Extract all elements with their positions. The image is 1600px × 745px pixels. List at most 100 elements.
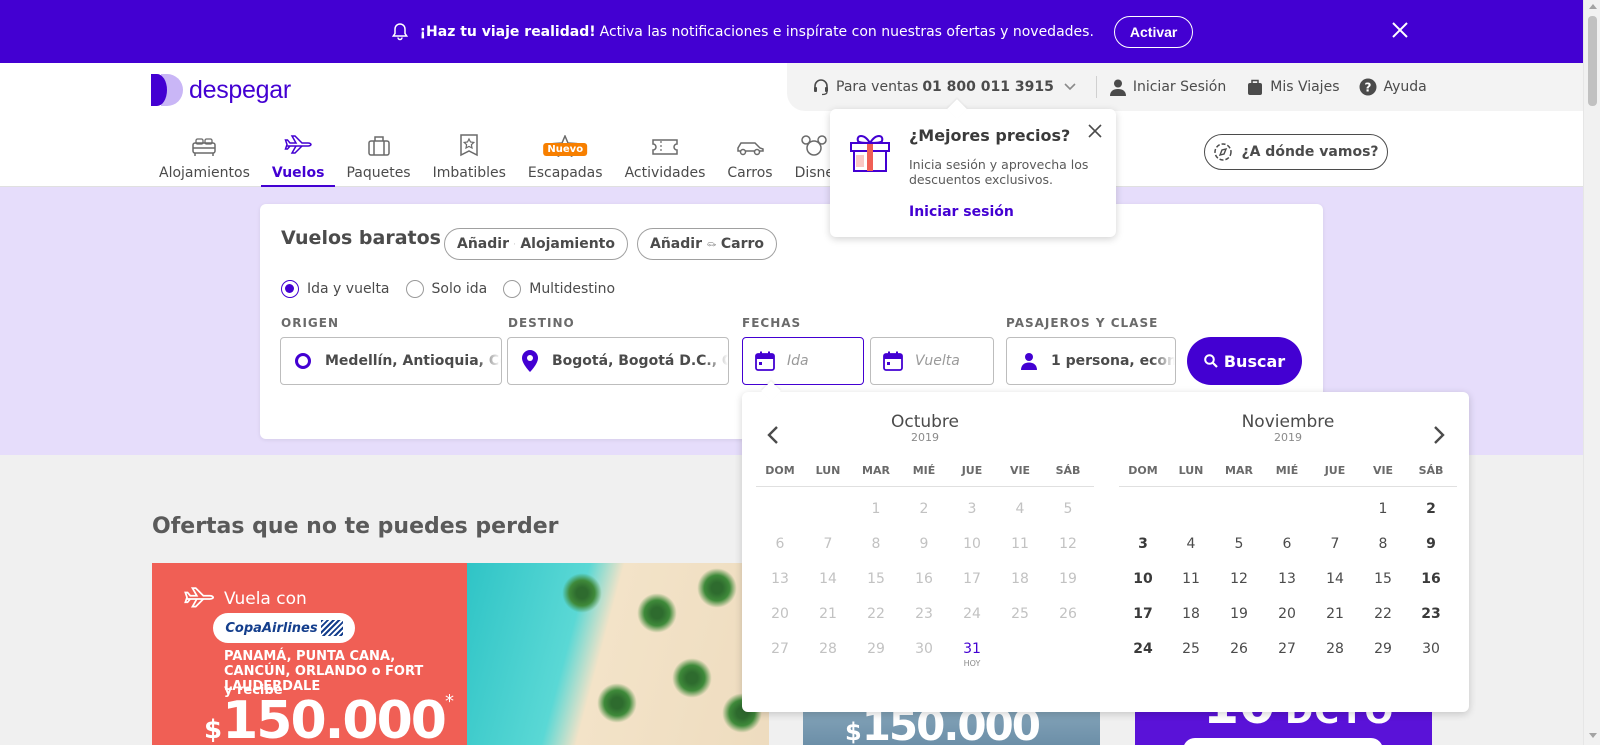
add-lodging-button[interactable]: Añadir Alojamiento [444,228,628,260]
add-car-button[interactable]: Añadir Carro [637,228,777,260]
weekday: MAR [1225,464,1253,477]
destination-field[interactable]: Bogotá, Bogotá D.C., Colombia [507,337,729,385]
search-button[interactable]: Buscar [1187,337,1302,385]
calendar-day[interactable]: 10 [1119,563,1167,598]
calendar-icon [883,351,903,371]
help-label: Ayuda [1383,79,1427,95]
calendar-day[interactable]: 18 [1167,598,1215,633]
airline-logo: CopaAirlines [213,613,355,643]
calendar-day: 13 [771,571,789,587]
calendar-day[interactable]: 17 [1119,598,1167,633]
close-icon[interactable] [1390,20,1410,40]
where-to-button[interactable]: ¿A dónde vamos? [1204,134,1388,170]
depart-placeholder: Ida [787,353,809,369]
calendar-day[interactable]: 20 [1263,598,1311,633]
origin-circle-icon [295,353,311,369]
map-pin-icon [522,350,538,372]
passengers-label: PASAJEROS Y CLASE [1006,316,1159,330]
weekday: LUN [815,464,841,477]
calendar-day[interactable]: 22 [1359,598,1407,633]
activate-notifications-button[interactable]: Activar [1113,15,1194,48]
calendar-day[interactable]: 21 [1311,598,1359,633]
calendar-day[interactable]: 24 [1119,633,1167,668]
close-icon[interactable] [1087,123,1103,139]
return-date-field[interactable]: Vuelta [870,337,994,385]
logo[interactable]: despegar [151,74,291,106]
calendar-day[interactable]: 30 [1407,633,1455,668]
calendar-day: 11 [1011,536,1029,552]
calendar-day[interactable]: 12 [1215,563,1263,598]
calendar-day[interactable]: 3 [1119,528,1167,563]
help-icon: ? [1359,78,1377,96]
login-link[interactable]: Iniciar Sesión [1109,78,1226,96]
calendar-day[interactable]: 4 [1167,528,1215,563]
tab-paquetes[interactable]: Paquetes [335,125,421,187]
tooltip-login-link[interactable]: Iniciar sesión [909,204,1014,220]
add-lodging-label: Alojamiento [520,236,615,252]
calendar-day[interactable]: 28 [1311,633,1359,668]
today-label: HOY [963,659,981,668]
tab-vuelos[interactable]: Vuelos [260,125,336,187]
passengers-field[interactable]: 1 persona, economy [1006,337,1176,385]
radio-round-trip[interactable]: Ida y vuelta [281,280,390,298]
radio-one-way[interactable]: Solo ida [405,280,487,298]
calendar-day[interactable]: 26 [1215,633,1263,668]
calendar-day: 17 [963,571,981,587]
calendar-day[interactable]: 13 [1263,563,1311,598]
calendar-day[interactable]: 1 [1359,493,1407,528]
scrollbar-thumb[interactable] [1588,16,1597,106]
weekday: VIE [1009,464,1031,477]
calendar-day[interactable]: 2 [1407,493,1455,528]
month-year: 2019 [911,431,939,444]
calendar-day[interactable]: 25 [1167,633,1215,668]
help-link[interactable]: ? Ayuda [1359,78,1427,96]
tab-carros[interactable]: Carros [716,125,783,187]
svg-text:?: ? [1365,81,1372,95]
radio-label: Ida y vuelta [307,281,390,297]
tab-escapadas[interactable]: Nuevo Escapadas [517,125,614,187]
trip-type-group: Ida y vuelta Solo ida Multidestino [281,280,631,298]
calendar-day[interactable]: 7 [1311,528,1359,563]
depart-date-field[interactable]: Ida [742,337,864,385]
calendar-day[interactable]: 5 [1215,528,1263,563]
promo-currency: $ [204,715,223,745]
tab-alojamientos[interactable]: Alojamientos [148,125,261,187]
tab-actividades[interactable]: Actividades [614,125,717,187]
date-picker: Octubre 2019 DOM LUN MAR MIÉ JUE VIE SÁB… [742,381,1469,712]
add-label: Añadir [457,236,509,252]
page-scrollbar[interactable] [1583,0,1600,745]
calendar-day: 26 [1059,606,1077,622]
notification-bold-text: ¡Haz tu viaje realidad! [419,23,596,40]
calendar-day[interactable]: 9 [1407,528,1455,563]
calendar-day: 21 [819,606,837,622]
better-prices-tooltip: ¿Mejores precios? Inicia sesión y aprove… [830,99,1116,237]
calendar-day[interactable]: 23 [1407,598,1455,633]
plane-icon [184,587,215,608]
origin-field[interactable]: Medellín, Antioquia, Colombia [280,337,502,385]
calendar-day[interactable]: 27 [1263,633,1311,668]
promo2-currency: $ [845,718,862,745]
calendar-day: 5 [1063,501,1073,517]
tab-label: Escapadas [527,165,603,181]
promo-copa-banner[interactable]: Vuela con CopaAirlines PANAMÁ, PUNTA CAN… [152,563,769,745]
my-trips-link[interactable]: Mis Viajes [1246,78,1339,96]
calendar-day[interactable]: 19 [1215,598,1263,633]
calendar-day: 6 [775,536,785,552]
sales-phone[interactable]: Para ventas 01 800 011 3915 [812,78,1082,96]
calendar-day[interactable]: 14 [1311,563,1359,598]
calendar-day[interactable]: 16 [1407,563,1455,598]
calendar-day[interactable]: 29 [1359,633,1407,668]
calendar-day[interactable]: 6 [1263,528,1311,563]
calendar-day[interactable]: 15 [1359,563,1407,598]
calendar-day[interactable]: 31 HOY [948,633,996,668]
calendar-day[interactable]: 8 [1359,528,1407,563]
scroll-down-icon[interactable] [1589,733,1597,738]
scroll-up-icon[interactable] [1589,4,1597,9]
calendar-day[interactable]: 11 [1167,563,1215,598]
tab-imbatibles[interactable]: Imbatibles [422,125,517,187]
radio-multi-city[interactable]: Multidestino [503,280,615,298]
divider [1095,76,1097,98]
beach-image [467,563,769,745]
month-year: 2019 [1274,431,1302,444]
weekday: MIÉ [1275,464,1299,477]
